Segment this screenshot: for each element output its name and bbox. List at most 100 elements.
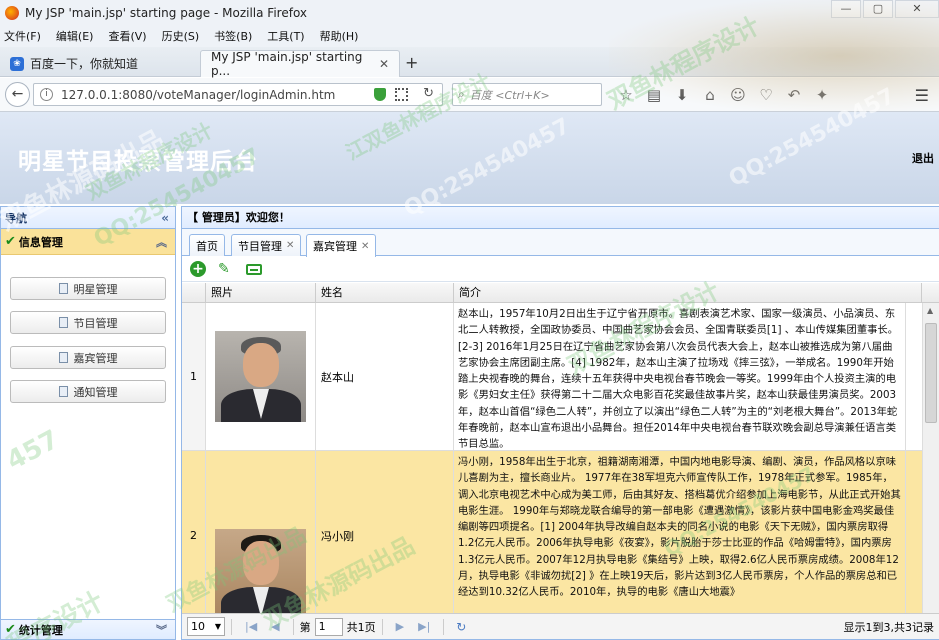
close-tab-icon[interactable]: ✕ bbox=[361, 241, 369, 252]
page-size-value: 10 bbox=[191, 620, 205, 633]
chevron-down-icon[interactable]: ︾ bbox=[156, 622, 167, 638]
chevron-up-icon[interactable]: ︽ bbox=[156, 234, 167, 250]
refresh-icon[interactable]: ↻ bbox=[456, 620, 466, 634]
sidebar-item-guests[interactable]: 嘉宾管理 bbox=[10, 346, 166, 369]
home-icon[interactable]: ⌂ bbox=[696, 86, 724, 104]
menu-bookmarks[interactable]: 书签(B) bbox=[214, 28, 252, 44]
reload-icon[interactable]: ↻ bbox=[423, 86, 434, 101]
table-row[interactable]: 1 赵本山 赵本山，1957年10月2日出生于辽宁省开原市。喜剧表演艺术家、国家… bbox=[182, 303, 939, 451]
welcome-bar: 【 管理员】欢迎您！ bbox=[182, 207, 939, 229]
document-icon bbox=[58, 317, 68, 328]
column-header-name[interactable]: 姓名 bbox=[316, 283, 454, 302]
guest-photo bbox=[215, 529, 306, 615]
guest-photo bbox=[215, 331, 306, 422]
name-cell: 赵本山 bbox=[316, 303, 454, 450]
reading-list-icon[interactable]: ▤ bbox=[640, 86, 668, 104]
menu-help[interactable]: 帮助(H) bbox=[320, 28, 359, 44]
last-page-icon[interactable]: ▶| bbox=[418, 620, 430, 633]
window-title: My JSP 'main.jsp' starting page - Mozill… bbox=[25, 5, 308, 20]
close-window-button[interactable]: ✕ bbox=[895, 0, 939, 18]
logout-link[interactable]: 退出 bbox=[912, 150, 934, 166]
url-bar[interactable]: i 127.0.0.1:8080/voteManager/loginAdmin.… bbox=[33, 83, 443, 106]
document-icon bbox=[58, 352, 68, 363]
extension-icon[interactable]: ✦ bbox=[808, 86, 836, 104]
row-number-header bbox=[182, 283, 206, 302]
maximize-button[interactable]: ▢ bbox=[863, 0, 893, 18]
table-row[interactable]: 2 冯小刚 冯小刚，1958年出生于北京，祖籍湖南湘潭，中国内地电影导演、编剧、… bbox=[182, 451, 939, 615]
browser-tabbar: ❀ 百度一下，你就知道 My JSP 'main.jsp' starting p… bbox=[0, 47, 939, 78]
chevron-down-icon: ▼ bbox=[214, 622, 221, 631]
tab-label: 首页 bbox=[196, 239, 218, 253]
grid-toolbar: + ✎ bbox=[182, 256, 939, 282]
page-number-input[interactable]: 1 bbox=[314, 617, 343, 636]
sidebar-item-notices[interactable]: 通知管理 bbox=[10, 380, 166, 403]
menu-history[interactable]: 历史(S) bbox=[162, 28, 200, 44]
sidebar-item-programs[interactable]: 节目管理 bbox=[10, 311, 166, 334]
browser-tab-label: My JSP 'main.jsp' starting p... bbox=[211, 50, 363, 78]
delete-icon[interactable] bbox=[246, 264, 262, 275]
scroll-thumb[interactable] bbox=[925, 323, 937, 423]
search-placeholder: 百度 <Ctrl+K> bbox=[469, 88, 550, 102]
browser-tab-baidu[interactable]: ❀ 百度一下，你就知道 bbox=[0, 50, 200, 77]
tab-programs[interactable]: 节目管理 ✕ bbox=[231, 234, 302, 256]
row-number: 2 bbox=[182, 451, 206, 615]
minimize-button[interactable]: — bbox=[831, 0, 861, 18]
page-size-select[interactable]: 10 ▼ bbox=[187, 617, 225, 636]
column-header-photo[interactable]: 照片 bbox=[206, 283, 316, 302]
intro-cell: 赵本山，1957年10月2日出生于辽宁省开原市。喜剧表演艺术家、国家一级演员、小… bbox=[454, 303, 906, 450]
scroll-up-icon[interactable]: ▲ bbox=[927, 306, 933, 315]
pager-separator bbox=[381, 618, 383, 635]
close-tab-icon[interactable]: ✕ bbox=[379, 57, 389, 71]
main-panel: 【 管理员】欢迎您！ 首页 节目管理 ✕ 嘉宾管理 ✕ + ✎ 照片 姓名 简介… bbox=[181, 206, 939, 640]
pocket-icon[interactable]: ♡ bbox=[752, 86, 780, 104]
intro-cell: 冯小刚，1958年出生于北京，祖籍湖南湘潭，中国内地电影导演、编剧、演员，作品风… bbox=[454, 451, 906, 615]
close-tab-icon[interactable]: ✕ bbox=[286, 240, 294, 251]
download-icon[interactable]: ⬇ bbox=[668, 86, 696, 104]
firefox-logo-icon bbox=[5, 5, 19, 20]
browser-navbar: ← i 127.0.0.1:8080/voteManager/loginAdmi… bbox=[0, 78, 939, 112]
menu-view[interactable]: 查看(V) bbox=[108, 28, 146, 44]
browser-tab-main[interactable]: My JSP 'main.jsp' starting p... ✕ bbox=[200, 50, 400, 78]
guest-table: 照片 姓名 简介 1 赵本山 赵本山，1957年10月2日出生于辽宁省开原市。喜… bbox=[182, 283, 939, 615]
pager-info: 显示1到3,共3记录 bbox=[843, 620, 935, 634]
document-icon bbox=[58, 386, 68, 397]
sidebar-group-label: 统计管理 bbox=[18, 623, 63, 637]
table-header: 照片 姓名 简介 bbox=[182, 283, 939, 303]
add-icon[interactable]: + bbox=[190, 260, 206, 277]
menu-tools[interactable]: 工具(T) bbox=[267, 28, 304, 44]
edit-pencil-icon[interactable]: ✎ bbox=[218, 261, 234, 277]
sidebar-item-label: 节目管理 bbox=[73, 316, 118, 330]
sidebar-group-label: 信息管理 bbox=[18, 235, 63, 249]
column-header-intro[interactable]: 简介 bbox=[454, 283, 922, 302]
menu-edit[interactable]: 编辑(E) bbox=[56, 28, 94, 44]
sidebar-group-stats[interactable]: ✔ 统计管理 ︾ bbox=[1, 619, 175, 639]
content-tabs: 首页 节目管理 ✕ 嘉宾管理 ✕ bbox=[182, 229, 939, 257]
collapse-left-icon[interactable]: « bbox=[161, 211, 169, 225]
new-tab-icon[interactable]: + bbox=[405, 53, 418, 72]
sidebar-group-info[interactable]: ✔ 信息管理 ︽ bbox=[1, 229, 175, 255]
hamburger-menu-icon[interactable]: ☰ bbox=[915, 86, 929, 105]
sidebar-item-stars[interactable]: 明星管理 bbox=[10, 277, 166, 300]
tab-home[interactable]: 首页 bbox=[189, 234, 225, 256]
menu-file[interactable]: 文件(F) bbox=[4, 28, 41, 44]
name-cell: 冯小刚 bbox=[316, 451, 454, 615]
back-arrow-icon[interactable]: ← bbox=[5, 82, 30, 107]
browser-tab-label: 百度一下，你就知道 bbox=[30, 57, 139, 71]
photo-cell bbox=[206, 303, 316, 450]
tab-label: 节目管理 bbox=[238, 239, 282, 253]
sidebar-item-label: 嘉宾管理 bbox=[73, 351, 118, 365]
qr-code-icon[interactable] bbox=[395, 88, 408, 101]
search-input[interactable]: ⌕ 百度 <Ctrl+K> bbox=[452, 83, 602, 106]
emoji-icon[interactable]: ☺ bbox=[724, 86, 752, 104]
first-page-icon[interactable]: |◀ bbox=[245, 620, 257, 633]
row-number: 1 bbox=[182, 303, 206, 450]
info-icon[interactable]: i bbox=[40, 88, 53, 101]
next-page-icon[interactable]: ▶ bbox=[396, 620, 404, 633]
shield-icon[interactable] bbox=[374, 88, 386, 101]
prev-page-icon[interactable]: ◀ bbox=[271, 620, 279, 633]
browser-menubar: 文件(F) 编辑(E) 查看(V) 历史(S) 书签(B) 工具(T) 帮助(H… bbox=[0, 25, 939, 47]
undo-icon[interactable]: ↶ bbox=[780, 86, 808, 104]
bookmark-star-icon[interactable]: ☆ bbox=[612, 86, 640, 104]
tab-guests[interactable]: 嘉宾管理 ✕ bbox=[306, 234, 377, 257]
vertical-scrollbar[interactable]: ▲ bbox=[922, 303, 939, 615]
